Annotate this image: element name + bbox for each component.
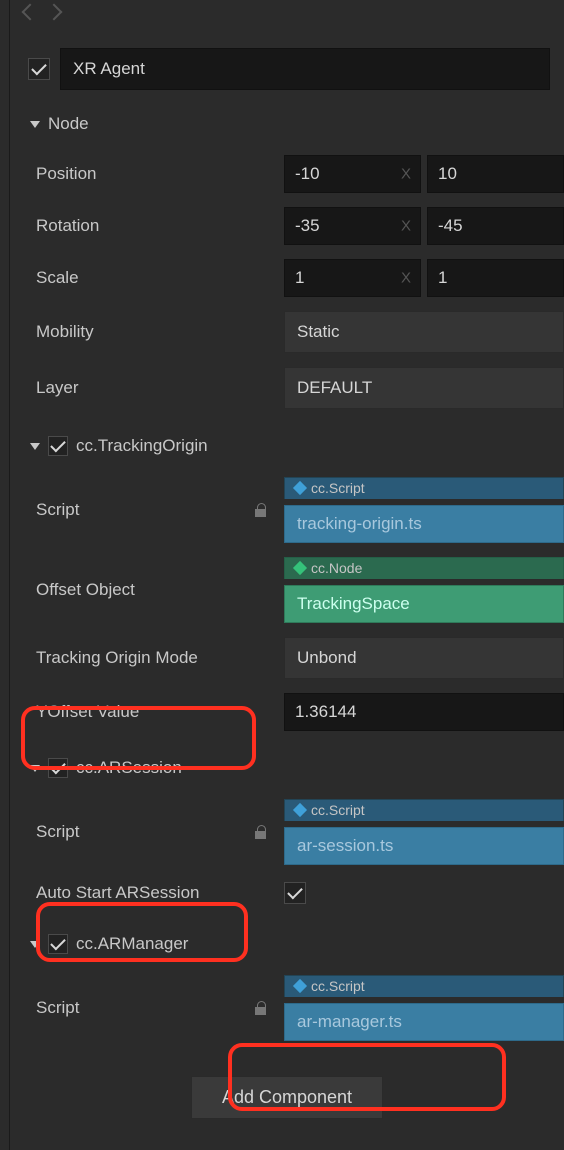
node-enabled-checkbox[interactable]	[28, 58, 50, 80]
prop-label: YOffset Value	[36, 702, 276, 722]
axis-x-label: X	[401, 166, 411, 183]
node-title-row	[10, 20, 564, 104]
caret-icon	[30, 765, 40, 772]
scale-y-input[interactable]	[427, 259, 564, 297]
prop-label: Position	[36, 164, 276, 184]
prop-mobility: Mobility Static	[10, 304, 564, 360]
asset-tag-script: cc.Script	[284, 477, 564, 499]
section-title: cc.TrackingOrigin	[76, 436, 208, 456]
prop-script: Script cc.Script tracking-origin.ts	[10, 470, 564, 550]
nav-forward-icon[interactable]	[46, 4, 63, 21]
auto-start-checkbox[interactable]	[284, 882, 306, 904]
prop-scale: Scale X	[10, 252, 564, 304]
prop-layer: Layer DEFAULT	[10, 360, 564, 416]
asset-tag-node: cc.Node	[284, 557, 564, 579]
node-name-input[interactable]	[60, 48, 550, 90]
inspector-panel: Node Position X Rotation X Scale X Mobil…	[9, 0, 564, 1150]
prop-label: Rotation	[36, 216, 276, 236]
script-field[interactable]: ar-session.ts	[284, 827, 564, 865]
prop-label: Script	[36, 998, 276, 1018]
prop-label: Offset Object	[36, 580, 276, 600]
tracking-origin-props: Script cc.Script tracking-origin.ts Offs…	[10, 466, 564, 748]
prop-label: Script	[36, 500, 276, 520]
mobility-select[interactable]: Static	[284, 311, 564, 353]
prop-label: Scale	[36, 268, 276, 288]
yoffset-input[interactable]	[284, 693, 564, 731]
diamond-icon	[293, 979, 307, 993]
prop-yoffset: YOffset Value	[10, 686, 564, 738]
prop-script: Script cc.Script ar-manager.ts	[10, 968, 564, 1048]
history-nav	[10, 0, 564, 20]
axis-x-label: X	[401, 270, 411, 287]
section-title: cc.ARManager	[76, 934, 188, 954]
lock-icon	[255, 825, 266, 839]
diamond-icon	[293, 481, 307, 495]
component-enabled-checkbox[interactable]	[48, 436, 68, 456]
prop-offset-object: Offset Object cc.Node TrackingSpace	[10, 550, 564, 630]
prop-label: Mobility	[36, 322, 276, 342]
position-y-input[interactable]	[427, 155, 564, 193]
component-enabled-checkbox[interactable]	[48, 758, 68, 778]
nav-back-icon[interactable]	[22, 4, 39, 21]
rotation-y-input[interactable]	[427, 207, 564, 245]
prop-position: Position X	[10, 148, 564, 200]
section-header-tracking-origin[interactable]: cc.TrackingOrigin	[10, 426, 564, 466]
script-field[interactable]: ar-manager.ts	[284, 1003, 564, 1041]
add-component-button[interactable]: Add Component	[191, 1076, 383, 1119]
prop-script: Script cc.Script ar-session.ts	[10, 792, 564, 872]
asset-tag-script: cc.Script	[284, 799, 564, 821]
section-title: Node	[48, 114, 89, 134]
prop-label: Script	[36, 822, 276, 842]
ar-manager-props: Script cc.Script ar-manager.ts	[10, 964, 564, 1058]
section-title: cc.ARSession	[76, 758, 182, 778]
lock-icon	[255, 503, 266, 517]
prop-auto-start: Auto Start ARSession	[10, 872, 564, 914]
layer-select[interactable]: DEFAULT	[284, 367, 564, 409]
tracking-mode-select[interactable]: Unbond	[284, 637, 564, 679]
asset-tag-script: cc.Script	[284, 975, 564, 997]
prop-tracking-mode: Tracking Origin Mode Unbond	[10, 630, 564, 686]
node-props: Position X Rotation X Scale X Mobility S…	[10, 144, 564, 426]
caret-icon	[30, 121, 40, 128]
diamond-icon	[293, 561, 307, 575]
add-component-row: Add Component	[10, 1058, 564, 1137]
prop-label: Tracking Origin Mode	[36, 648, 276, 668]
section-header-ar-session[interactable]: cc.ARSession	[10, 748, 564, 788]
caret-icon	[30, 941, 40, 948]
script-field[interactable]: tracking-origin.ts	[284, 505, 564, 543]
prop-rotation: Rotation X	[10, 200, 564, 252]
section-header-node[interactable]: Node	[10, 104, 564, 144]
axis-x-label: X	[401, 218, 411, 235]
lock-icon	[255, 1001, 266, 1015]
prop-label: Auto Start ARSession	[36, 883, 276, 903]
caret-icon	[30, 443, 40, 450]
ar-session-props: Script cc.Script ar-session.ts Auto Star…	[10, 788, 564, 924]
prop-label: Layer	[36, 378, 276, 398]
component-enabled-checkbox[interactable]	[48, 934, 68, 954]
section-header-ar-manager[interactable]: cc.ARManager	[10, 924, 564, 964]
offset-object-field[interactable]: TrackingSpace	[284, 585, 564, 623]
diamond-icon	[293, 803, 307, 817]
